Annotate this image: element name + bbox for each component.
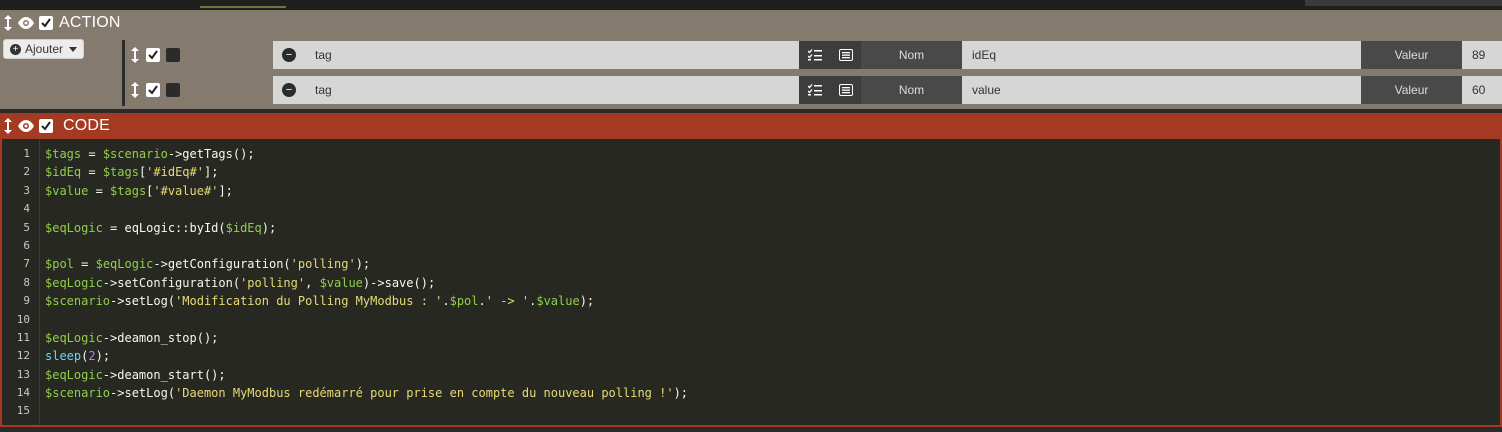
line-number: 4	[23, 202, 30, 216]
row-option-checkbox[interactable]	[166, 83, 180, 97]
code-line[interactable]: 15	[2, 402, 1500, 420]
eye-icon[interactable]	[16, 14, 36, 32]
line-number: 8	[23, 275, 30, 289]
move-vertical-icon[interactable]	[127, 81, 143, 99]
line-number: 11	[16, 330, 30, 344]
row-enable-checkbox[interactable]	[146, 83, 160, 97]
code-title: CODE	[63, 117, 111, 134]
code-text: $value = $tags['#value#'];	[45, 183, 233, 198]
enable-checkbox[interactable]	[39, 16, 53, 30]
code-text: $eqLogic->deamon_stop();	[45, 330, 219, 345]
code-block: CODE 1 $tags = $scenario->getTags(); 2 $idE…	[0, 113, 1502, 427]
move-vertical-icon[interactable]	[127, 46, 143, 64]
code-line[interactable]: 1 $tags = $scenario->getTags();	[2, 145, 1500, 163]
line-number: 12	[16, 349, 30, 363]
code-line[interactable]: 9 $scenario->setLog('Modification du Poll…	[2, 292, 1500, 310]
eye-icon[interactable]	[16, 117, 36, 135]
enable-checkbox[interactable]	[39, 119, 53, 133]
top-strip	[0, 0, 1502, 10]
code-text: $eqLogic->setConfiguration('polling', $v…	[45, 275, 436, 290]
code-text: $eqLogic->deamon_start();	[45, 367, 226, 382]
top-right-panel	[1305, 0, 1502, 6]
action-block: ACTION + Ajouter − tag Nom idEq Valeur 8…	[0, 10, 1502, 109]
code-text: $tags = $scenario->getTags();	[45, 147, 255, 161]
minus-circle-icon: −	[282, 48, 296, 62]
line-number: 6	[23, 238, 30, 252]
code-line[interactable]: 7 $pol = $eqLogic->getConfiguration('poll…	[2, 255, 1500, 273]
line-number: 2	[23, 165, 30, 179]
code-line[interactable]: 11 $eqLogic->deamon_stop();	[2, 329, 1500, 347]
nom-input[interactable]: value	[962, 76, 1361, 104]
line-number: 10	[16, 312, 30, 326]
code-line[interactable]: 13 $eqLogic->deamon_start();	[2, 366, 1500, 384]
minus-circle-icon: −	[282, 83, 296, 97]
row-type-input[interactable]: tag	[305, 41, 799, 69]
action-row: − tag Nom value Valeur 60	[0, 76, 1502, 104]
row-option-checkbox[interactable]	[166, 48, 180, 62]
code-line[interactable]: 3 $value = $tags['#value#'];	[2, 182, 1500, 200]
action-row: − tag Nom idEq Valeur 89	[0, 41, 1502, 69]
nom-label: Nom	[861, 76, 962, 104]
nom-input[interactable]: idEq	[962, 41, 1361, 69]
valeur-label: Valeur	[1361, 41, 1462, 69]
code-text: $scenario->setLog('Modification du Polli…	[45, 294, 595, 309]
bottom-strip	[0, 427, 1502, 432]
list-check-icon[interactable]	[799, 76, 830, 104]
remove-row-button[interactable]: −	[273, 41, 305, 69]
code-line[interactable]: 2 $idEq = $tags['#idEq#'];	[2, 163, 1500, 181]
line-number: 9	[23, 294, 30, 308]
code-line[interactable]: 12 sleep(2);	[2, 347, 1500, 365]
line-number: 15	[16, 404, 30, 418]
code-lines: 1 $tags = $scenario->getTags(); 2 $idEq = $…	[2, 145, 1500, 421]
line-number: 13	[16, 367, 30, 381]
code-line[interactable]: 8 $eqLogic->setConfiguration('polling', $…	[2, 274, 1500, 292]
code-line[interactable]: 6	[2, 237, 1500, 255]
line-number: 7	[23, 257, 30, 271]
code-line[interactable]: 14 $scenario->setLog('Daemon MyModbus red…	[2, 384, 1500, 402]
code-text: $pol = $eqLogic->getConfiguration('polli…	[45, 257, 371, 272]
line-number: 5	[23, 220, 30, 234]
action-title: ACTION	[59, 14, 121, 31]
active-tab-indicator	[200, 6, 286, 8]
line-number: 14	[16, 386, 30, 400]
list-alt-icon[interactable]	[830, 76, 861, 104]
code-text: sleep(2);	[45, 349, 111, 364]
nom-label: Nom	[861, 41, 962, 69]
valeur-label: Valeur	[1361, 76, 1462, 104]
code-text: $eqLogic = eqLogic::byId($idEq);	[45, 220, 277, 235]
move-vertical-icon[interactable]	[0, 117, 16, 135]
code-text: $idEq = $tags['#idEq#'];	[45, 165, 219, 180]
code-line[interactable]: 4	[2, 200, 1500, 218]
remove-row-button[interactable]: −	[273, 76, 305, 104]
move-vertical-icon[interactable]	[0, 14, 16, 32]
line-number: 3	[23, 183, 30, 197]
code-text: $scenario->setLog('Daemon MyModbus redém…	[45, 386, 689, 401]
code-block-header: CODE	[0, 113, 1502, 139]
valeur-input[interactable]: 89	[1462, 41, 1502, 69]
row-type-input[interactable]: tag	[305, 76, 799, 104]
code-editor[interactable]: 1 $tags = $scenario->getTags(); 2 $idEq = $…	[2, 139, 1500, 425]
code-line[interactable]: 10	[2, 311, 1500, 329]
valeur-input[interactable]: 60	[1462, 76, 1502, 104]
list-check-icon[interactable]	[799, 41, 830, 69]
list-alt-icon[interactable]	[830, 41, 861, 69]
code-line[interactable]: 5 $eqLogic = eqLogic::byId($idEq);	[2, 219, 1500, 237]
action-block-header: ACTION	[0, 10, 1502, 36]
row-enable-checkbox[interactable]	[146, 48, 160, 62]
line-number: 1	[23, 147, 30, 160]
